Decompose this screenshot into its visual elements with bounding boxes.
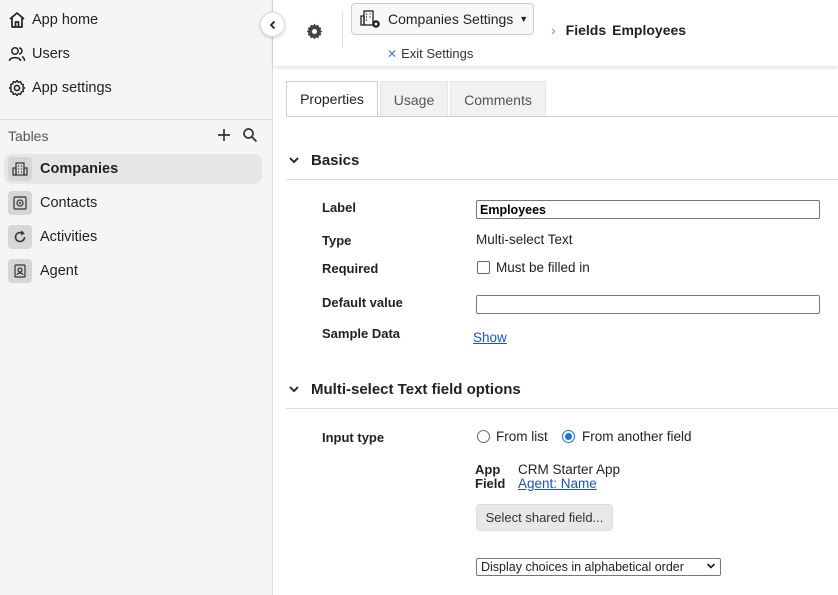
display-order-value: Display choices in alphabetical order (481, 560, 684, 574)
type-value: Multi-select Text (476, 232, 573, 247)
tables-heading: Tables (8, 128, 49, 144)
select-shared-field-label: Select shared field... (485, 510, 604, 525)
options-section-toggle[interactable]: Multi-select Text field options (288, 377, 521, 401)
nav-app-home-label: App home (32, 12, 99, 28)
tab-label: Properties (300, 91, 364, 107)
radio-from-another-field[interactable] (562, 430, 575, 443)
collapse-sidebar-button[interactable] (260, 12, 285, 37)
display-order-select[interactable]: Display choices in alphabetical order (476, 558, 721, 576)
field-value-link[interactable]: Agent: Name (518, 476, 597, 491)
contact-icon (8, 191, 32, 215)
radio-from-list[interactable] (477, 430, 490, 443)
chevron-left-icon (268, 17, 278, 33)
default-value-input[interactable] (476, 295, 820, 314)
breadcrumb: › Fields Employees (551, 22, 686, 38)
search-icon[interactable] (242, 127, 258, 146)
table-item-label: Activities (40, 229, 98, 245)
tab-usage[interactable]: Usage (380, 81, 448, 117)
tab-properties[interactable]: Properties (286, 81, 378, 117)
select-shared-field-button[interactable]: Select shared field... (476, 504, 613, 531)
gear-icon[interactable] (305, 22, 324, 44)
chevron-down-icon (288, 383, 304, 395)
home-icon (8, 11, 26, 29)
table-item-agent[interactable]: Agent (4, 256, 262, 286)
app-label: App (475, 462, 501, 477)
caret-down-icon: ▼ (519, 14, 529, 24)
sidebar-divider (0, 119, 272, 120)
refresh-icon (8, 225, 32, 249)
sidebar: App home Users App settings Tables Compa… (0, 0, 273, 595)
tab-label: Usage (393, 91, 435, 108)
label-input[interactable] (476, 200, 820, 219)
table-item-activities[interactable]: Activities (4, 222, 262, 252)
required-checkbox[interactable] (477, 261, 490, 274)
input-type-label: Input type (322, 430, 385, 445)
basics-title: Basics (311, 151, 360, 169)
field-label: Field (475, 476, 506, 491)
tab-comments[interactable]: Comments (450, 81, 546, 117)
nav-app-settings[interactable]: App settings (8, 75, 112, 101)
top-bar: Companies Settings ▼ ✕ Exit Settings › F… (273, 0, 838, 66)
tab-divider (286, 116, 838, 117)
table-item-label: Companies (40, 161, 119, 177)
options-title: Multi-select Text field options (311, 380, 521, 398)
breadcrumb-fields[interactable]: Fields (566, 22, 606, 38)
type-label: Type (322, 233, 352, 248)
nav-app-home[interactable]: App home (8, 7, 98, 33)
label-field-label: Label (322, 200, 356, 215)
section-divider (286, 408, 838, 409)
table-item-companies[interactable]: Companies (4, 154, 262, 184)
basics-section-toggle[interactable]: Basics (288, 148, 359, 172)
settings-dropdown-label: Companies Settings (388, 11, 514, 27)
building-settings-icon (360, 8, 382, 30)
exit-settings-label: Exit Settings (401, 46, 474, 61)
chevron-right-icon: › (551, 22, 556, 38)
table-item-label: Agent (40, 263, 78, 279)
nav-users-label: Users (32, 46, 70, 62)
chevron-down-icon (706, 561, 716, 574)
sample-data-label: Sample Data (322, 326, 401, 341)
default-value-label: Default value (322, 295, 403, 310)
radio-from-another-field-label: From another field (582, 429, 692, 444)
exit-settings-link[interactable]: ✕ Exit Settings (387, 46, 473, 61)
tab-label: Comments (464, 91, 532, 108)
chevron-down-icon (288, 154, 304, 166)
tables-header: Tables (8, 125, 258, 147)
nav-users[interactable]: Users (8, 41, 70, 67)
show-sample-link[interactable]: Show (473, 330, 507, 345)
nav-app-settings-label: App settings (32, 80, 112, 96)
settings-dropdown[interactable]: Companies Settings ▼ (351, 3, 534, 35)
close-icon: ✕ (387, 46, 398, 61)
required-checkbox-label: Must be filled in (496, 260, 590, 275)
table-item-label: Contacts (40, 195, 98, 211)
badge-icon (8, 259, 32, 283)
app-value: CRM Starter App (518, 462, 621, 477)
section-divider (286, 179, 838, 180)
table-item-contacts[interactable]: Contacts (4, 188, 262, 218)
add-table-icon[interactable] (216, 127, 232, 146)
settings-icon (8, 79, 26, 97)
required-label: Required (322, 261, 379, 276)
building-icon (8, 157, 32, 181)
breadcrumb-current: Employees (612, 22, 687, 38)
topbar-separator (342, 12, 343, 48)
radio-from-list-label: From list (496, 429, 548, 444)
users-icon (8, 45, 26, 63)
